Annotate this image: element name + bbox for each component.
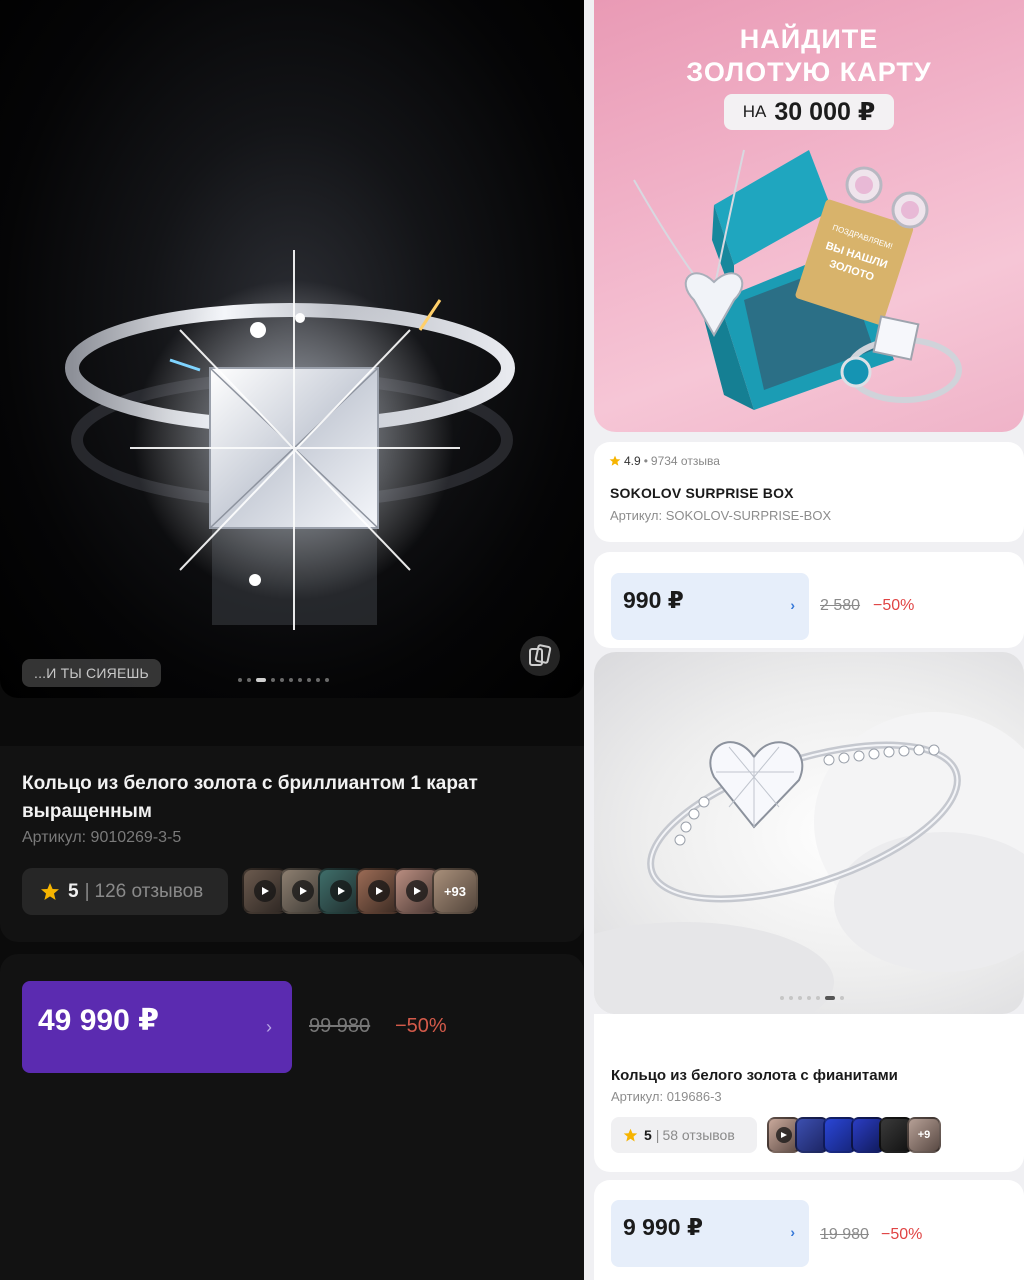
- carousel-dot[interactable]: [816, 996, 820, 1000]
- rating-value: 5: [68, 880, 79, 902]
- left-panel: ...И ТЫ СИЯЕШЬ Кольцо из белого золота с…: [0, 0, 584, 1280]
- carousel-dot[interactable]: [780, 996, 784, 1000]
- carousel-dot[interactable]: [307, 678, 311, 682]
- play-icon: [292, 880, 314, 902]
- diamond-ring-image: [65, 250, 515, 630]
- rating-line[interactable]: 4.9 • 9734 отзыва: [609, 454, 720, 468]
- play-icon: [368, 880, 390, 902]
- carousel-dot[interactable]: [271, 678, 275, 682]
- play-icon: [330, 880, 352, 902]
- old-price: 2 580: [820, 597, 861, 614]
- rating-value: 4.9: [624, 454, 641, 468]
- product-sku: Артикул: 019686-3: [611, 1089, 722, 1104]
- rating-button[interactable]: 5 | 58 отзывов: [611, 1117, 757, 1153]
- play-icon: [254, 880, 276, 902]
- product-title[interactable]: SOKOLOV SURPRISE BOX: [610, 485, 794, 501]
- price-value: 990 ₽: [623, 587, 684, 613]
- product-sku: Артикул: 9010269-3-5: [22, 829, 182, 846]
- more-count: +9: [917, 1129, 931, 1141]
- review-thumbnails[interactable]: +9: [767, 1117, 941, 1153]
- carousel-dots[interactable]: [780, 996, 844, 1000]
- copy-button[interactable]: [520, 636, 560, 676]
- discount-badge: −50%: [881, 1226, 923, 1243]
- reviews-count: 126 отзывов: [94, 880, 204, 902]
- carousel-dot-active[interactable]: [256, 678, 266, 682]
- price-button[interactable]: 9 990 ₽ ›: [611, 1200, 809, 1267]
- price-button[interactable]: 990 ₽ ›: [611, 573, 809, 640]
- star-icon: [41, 882, 59, 900]
- chevron-right-icon: ›: [790, 1224, 795, 1240]
- carousel-dot[interactable]: [807, 996, 811, 1000]
- product-title[interactable]: Кольцо из белого золота с бриллиантом 1 …: [22, 770, 542, 826]
- photo-caption: ...И ТЫ СИЯЕШЬ: [22, 659, 161, 687]
- review-thumbnails[interactable]: +93: [242, 868, 478, 914]
- old-price: 99 980: [309, 1015, 371, 1037]
- more-reviews-thumb[interactable]: +93: [432, 868, 478, 914]
- product-photo[interactable]: [594, 652, 1024, 1014]
- star-icon: [609, 455, 621, 466]
- carousel-dot[interactable]: [289, 678, 293, 682]
- price-value: 9 990 ₽: [623, 1214, 703, 1240]
- price-value: 49 990 ₽: [38, 1004, 159, 1037]
- chevron-right-icon: ›: [790, 597, 795, 613]
- product-photo[interactable]: [0, 0, 584, 698]
- discount-badge: −50%: [873, 597, 915, 614]
- carousel-dot[interactable]: [325, 678, 329, 682]
- carousel-dot[interactable]: [247, 678, 251, 682]
- carousel-dot[interactable]: [298, 678, 302, 682]
- carousel-dot[interactable]: [280, 678, 284, 682]
- rating-separator: |: [84, 880, 90, 902]
- rating-button[interactable]: 5 | 126 отзывов: [22, 868, 228, 915]
- gift-box-image: ПОЗДРАВЛЯЕМ! ВЫ НАШЛИ ЗОЛОТО: [633, 149, 962, 410]
- more-count: +93: [443, 883, 467, 899]
- reviews-count: 9734 отзыва: [650, 454, 720, 468]
- star-icon: [623, 1128, 638, 1141]
- more-reviews-thumb[interactable]: +9: [907, 1117, 941, 1153]
- play-icon: [406, 880, 428, 902]
- reviews-count: 58 отзывов: [662, 1127, 735, 1143]
- price-button[interactable]: 49 990 ₽ ›: [22, 981, 292, 1073]
- product-sku: Артикул: SOKOLOV-SURPRISE-BOX: [610, 508, 832, 523]
- chevron-right-icon: ›: [266, 1017, 272, 1037]
- carousel-dot[interactable]: [840, 996, 844, 1000]
- carousel-dot[interactable]: [316, 678, 320, 682]
- carousel-dot[interactable]: [798, 996, 802, 1000]
- rating-dot: •: [643, 454, 648, 468]
- carousel-dots[interactable]: [238, 678, 329, 682]
- rating-value: 5: [644, 1127, 652, 1143]
- carousel-dot[interactable]: [789, 996, 793, 1000]
- copy-icon: [529, 644, 552, 666]
- carousel-dot-active[interactable]: [825, 996, 835, 1000]
- carousel-dot[interactable]: [238, 678, 242, 682]
- discount-badge: −50%: [395, 1015, 447, 1037]
- old-price: 19 980: [820, 1226, 869, 1243]
- rating-separator: |: [655, 1127, 660, 1143]
- product-title[interactable]: Кольцо из белого золота с фианитами: [611, 1067, 898, 1084]
- heart-ring-image: [594, 712, 1024, 1014]
- play-icon: [776, 1127, 792, 1143]
- promo-banner[interactable]: НАЙДИТЕ ЗОЛОТУЮ КАРТУ НА 30 000 ₽ ПОЗДРА…: [594, 0, 1024, 432]
